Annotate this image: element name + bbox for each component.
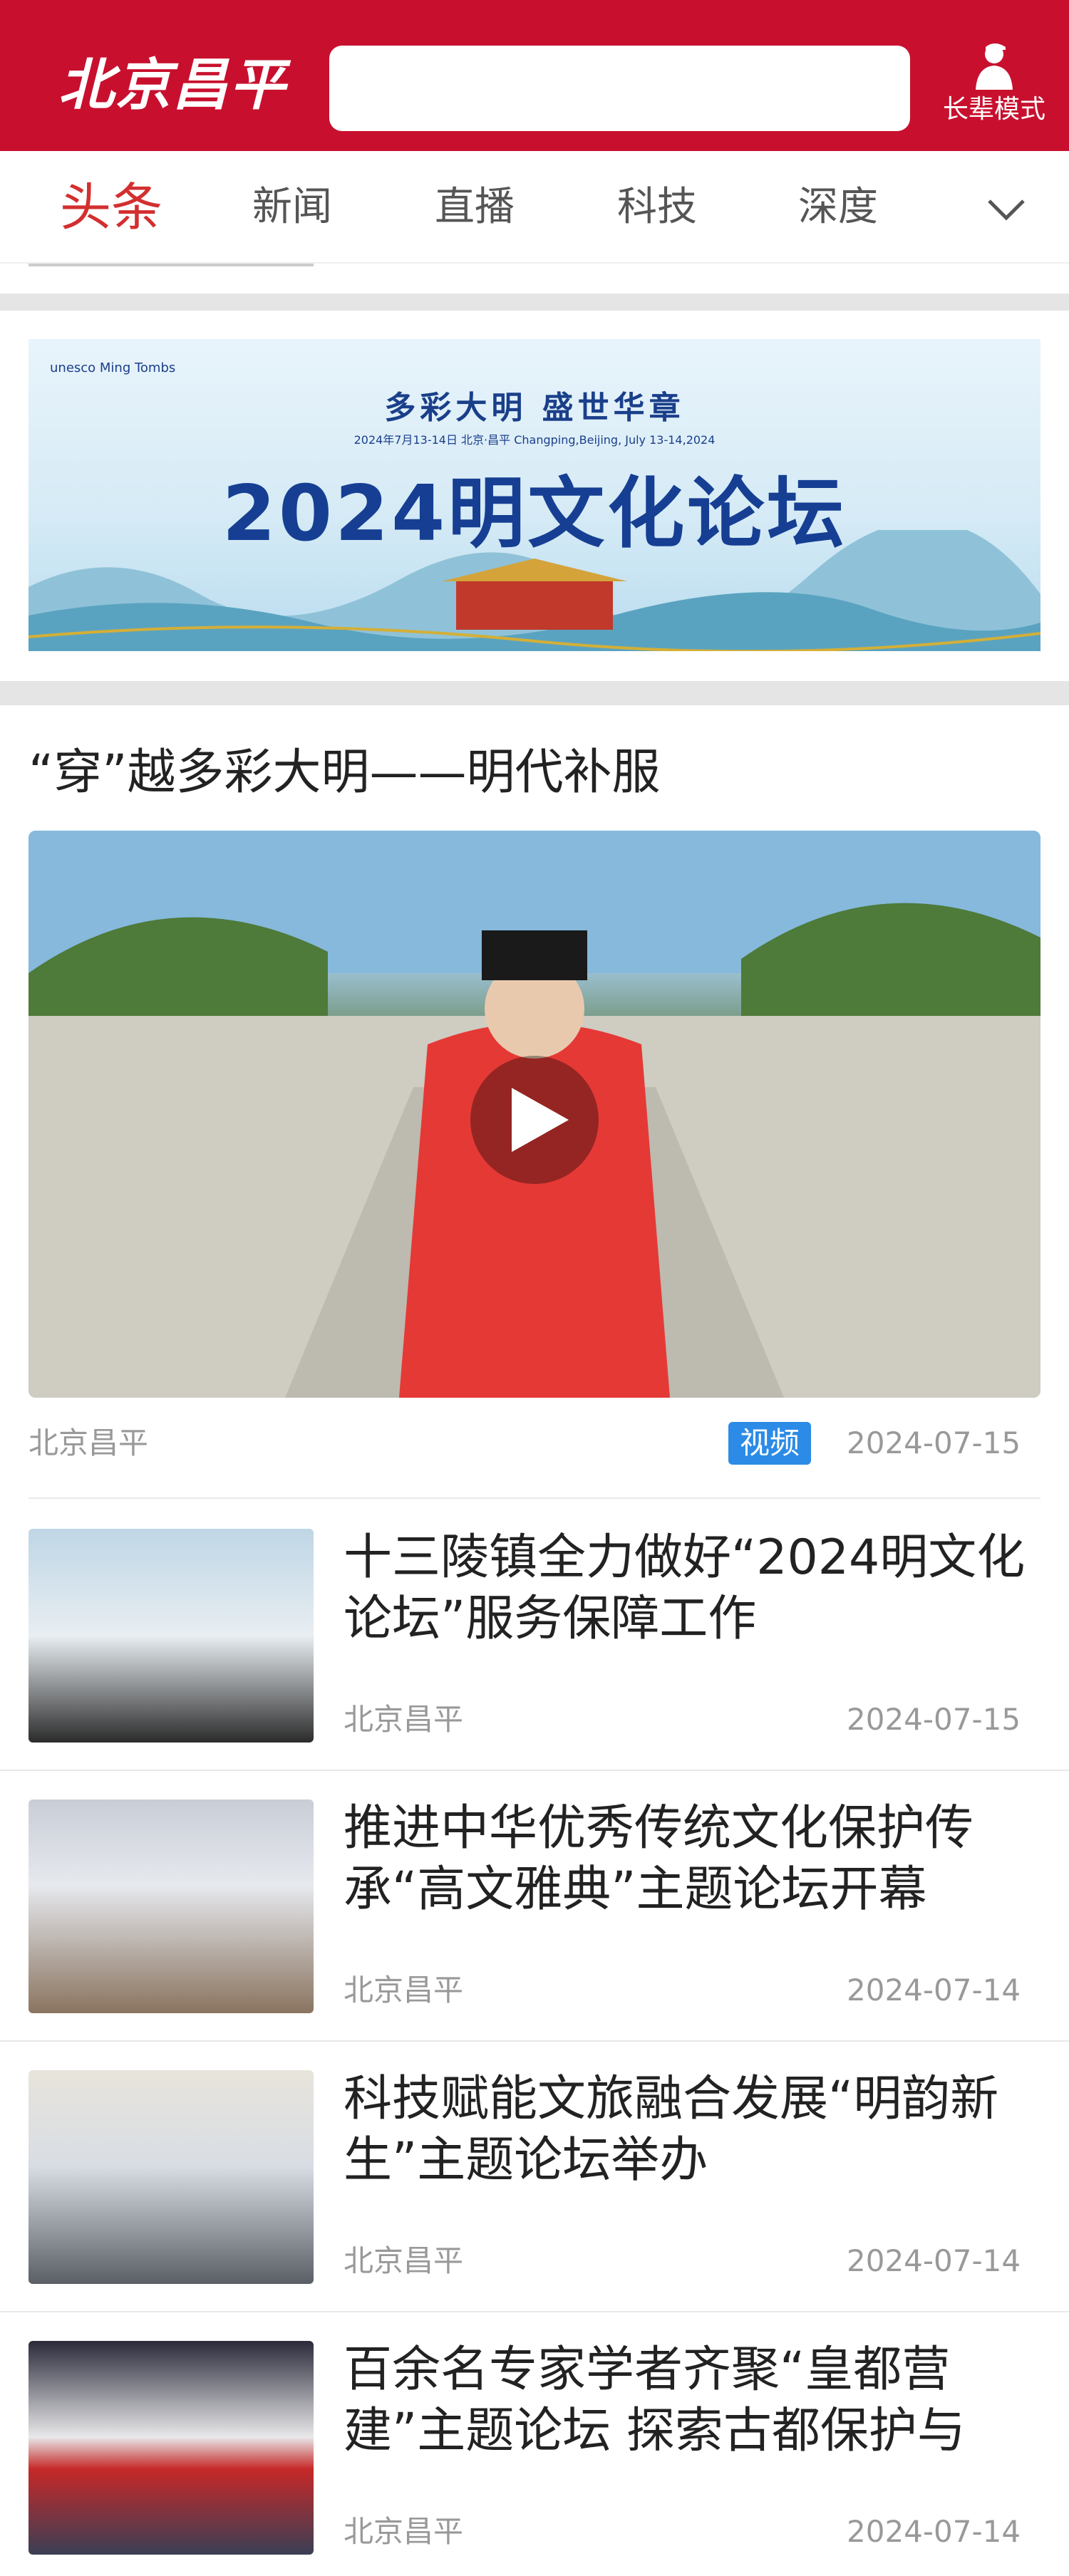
divider (0, 2040, 1069, 2042)
divider (0, 1770, 1069, 1771)
elder-mode-button[interactable]: 长辈模式 (934, 41, 1055, 141)
news-date: 2024-07-15 (847, 1702, 1021, 1737)
news-thumbnail[interactable] (29, 2341, 314, 2555)
news-date: 2024-07-14 (847, 2514, 1021, 2549)
section-gap (0, 681, 1069, 705)
top-bar: 北京昌平 长辈模式 (0, 0, 1069, 151)
channel-tabs: 头条 新闻 直播 科技 深度 (0, 151, 1069, 264)
search-input[interactable] (329, 46, 910, 131)
tab-headlines[interactable]: 头条 (60, 151, 162, 264)
tab-live[interactable]: 直播 (435, 151, 515, 264)
banner-landscape (29, 530, 1040, 651)
elder-mode-label: 长辈模式 (942, 95, 1045, 124)
tab-depth[interactable]: 深度 (798, 151, 878, 264)
news-thumbnail[interactable] (29, 1529, 314, 1743)
news-title[interactable]: 百余名专家学者齐聚“皇都营建”主题论坛 探索古都保护与 (344, 2339, 1040, 2462)
news-source: 北京昌平 (344, 1702, 464, 1737)
section-gap (0, 294, 1069, 311)
featured-source: 北京昌平 (29, 1425, 149, 1460)
featured-date: 2024-07-15 (847, 1425, 1021, 1460)
news-source: 北京昌平 (344, 1973, 464, 2008)
tab-tech[interactable]: 科技 (617, 151, 697, 264)
news-thumbnail[interactable] (29, 1799, 314, 2013)
banner-subtitle: 2024年7月13-14日 北京·昌平 Changping,Beijing, J… (353, 433, 716, 447)
chevron-down-icon[interactable] (985, 188, 1028, 231)
tab-news[interactable]: 新闻 (252, 151, 332, 264)
news-thumbnail[interactable] (29, 2070, 314, 2284)
featured-title[interactable]: “穿”越多彩大明——明代补服 (29, 741, 1040, 805)
divider (29, 1497, 1040, 1499)
news-title[interactable]: 科技赋能文旅融合发展“明韵新生”主题论坛举办 (344, 2069, 1040, 2191)
featured-video[interactable] (29, 831, 1040, 1398)
forum-banner[interactable]: unesco Ming Tombs 多彩大明 盛世华章 2024年7月13-14… (29, 339, 1040, 651)
banner-slogan: 多彩大明 盛世华章 (384, 390, 685, 426)
news-source: 北京昌平 (344, 2514, 464, 2549)
app-logo[interactable]: 北京昌平 (58, 53, 286, 118)
divider (29, 264, 314, 266)
video-badge: 视频 (728, 1422, 812, 1465)
news-date: 2024-07-14 (847, 2243, 1021, 2278)
news-source: 北京昌平 (344, 2243, 464, 2278)
divider (0, 2311, 1069, 2312)
news-date: 2024-07-14 (847, 1973, 1021, 2008)
news-title[interactable]: 推进中华优秀传统文化保护传承“高文雅典”主题论坛开幕 (344, 1798, 1040, 1921)
banner-logos: unesco Ming Tombs (50, 360, 176, 375)
play-button[interactable] (470, 1056, 599, 1184)
play-icon (512, 1088, 569, 1152)
elder-person-icon (976, 43, 1013, 90)
news-title[interactable]: 十三陵镇全力做好“2024明文化论坛”服务保障工作 (344, 1527, 1040, 1650)
